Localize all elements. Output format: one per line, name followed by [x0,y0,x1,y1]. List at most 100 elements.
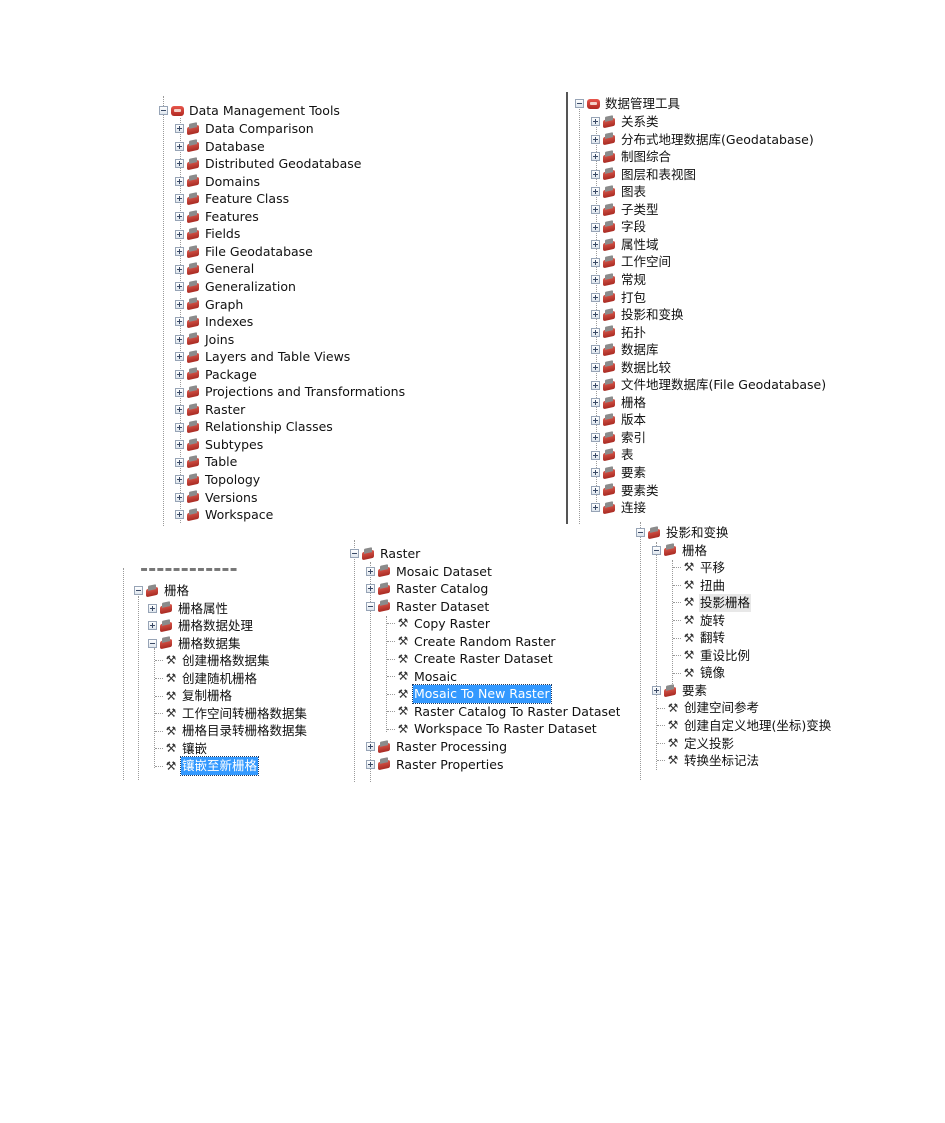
expand-icon[interactable] [175,124,184,134]
toolset-item[interactable]: 字段 [591,218,647,236]
tool-item[interactable]: ⚒ Create Raster Dataset [387,650,554,668]
expand-icon[interactable] [591,415,600,425]
toolset-item[interactable]: Data Comparison [175,120,315,138]
expand-icon[interactable] [591,134,600,144]
toolset-item[interactable]: 文件地理数据库(File Geodatabase) [591,376,827,394]
tool-item[interactable]: ⚒ 旋转 [673,612,726,630]
expand-icon[interactable] [175,334,184,344]
tool-item[interactable]: ⚒ 转换坐标记法 [657,752,760,770]
toolset-item[interactable]: Versions [175,489,258,507]
expand-icon[interactable] [175,369,184,379]
toolset-item[interactable]: Mosaic Dataset [366,563,493,581]
expand-icon[interactable] [591,503,600,513]
expand-icon[interactable] [591,345,600,355]
collapse-icon[interactable] [134,586,143,596]
expand-icon[interactable] [175,247,184,257]
expand-icon[interactable] [366,566,375,576]
tree-node-raster[interactable]: Raster [350,545,421,563]
expand-icon[interactable] [175,176,184,186]
toolset-item[interactable]: 版本 [591,411,647,429]
toolset-item[interactable]: 栅格属性 [148,600,229,618]
toolset-item[interactable]: 数据库 [591,341,660,359]
toolset-item[interactable]: Projections and Transformations [175,383,406,401]
tool-item[interactable]: ⚒ 栅格目录转栅格数据集 [155,722,308,740]
toolset-item[interactable]: Features [175,208,260,226]
tool-item[interactable]: ⚒ 扭曲 [673,577,726,595]
toolset-item[interactable]: 图表 [591,183,647,201]
expand-icon[interactable] [366,742,375,752]
tree-node-raster[interactable]: 栅格 [134,582,190,600]
toolset-item[interactable]: 数据比较 [591,359,672,377]
expand-icon[interactable] [175,422,184,432]
expand-icon[interactable] [591,187,600,197]
toolset-item[interactable]: Table [175,453,238,471]
toolset-item[interactable]: 栅格数据集 [148,635,242,653]
expand-icon[interactable] [175,457,184,467]
collapse-icon[interactable] [159,106,168,116]
toolset-item[interactable]: Raster [175,401,246,419]
toolset-item[interactable]: General [175,260,255,278]
toolset-item[interactable]: 索引 [591,429,647,447]
tool-item[interactable]: ⚒ 创建随机栅格 [155,670,258,688]
toolset-item[interactable]: Subtypes [175,436,264,454]
expand-icon[interactable] [175,317,184,327]
toolset-item[interactable]: Database [175,138,266,156]
toolset-item[interactable]: Generalization [175,278,297,296]
expand-icon[interactable] [591,152,600,162]
toolset-item[interactable]: Raster Properties [366,756,504,774]
toolset-item[interactable]: Topology [175,471,261,489]
toolset-item[interactable]: 拓扑 [591,324,647,342]
expand-icon[interactable] [591,398,600,408]
toolset-item[interactable]: Relationship Classes [175,418,334,436]
expand-icon[interactable] [175,282,184,292]
collapse-icon[interactable] [366,601,375,611]
collapse-icon[interactable] [636,528,645,538]
tool-item[interactable]: ⚒ Create Random Raster [387,633,557,651]
expand-icon[interactable] [591,292,600,302]
toolset-item[interactable]: 投影和变换 [591,306,685,324]
toolset-item[interactable]: 工作空间 [591,253,672,271]
toolset-item[interactable]: 制图综合 [591,148,672,166]
toolset-item[interactable]: 关系类 [591,113,660,131]
tool-item[interactable]: ⚒ 定义投影 [657,735,735,753]
expand-icon[interactable] [175,159,184,169]
toolset-item[interactable]: 属性域 [591,236,660,254]
toolset-item[interactable]: 要素 [591,464,647,482]
tool-item[interactable]: ⚒ 镜像 [673,664,726,682]
toolset-item[interactable]: Layers and Table Views [175,348,351,366]
tool-item[interactable]: ⚒ 复制栅格 [155,687,233,705]
expand-icon[interactable] [591,205,600,215]
toolset-item[interactable]: Distributed Geodatabase [175,155,362,173]
expand-icon[interactable] [591,169,600,179]
expand-icon[interactable] [591,310,600,320]
toolset-item[interactable]: Indexes [175,313,254,331]
expand-icon[interactable] [175,212,184,222]
collapse-icon[interactable] [350,549,359,559]
expand-icon[interactable] [591,240,600,250]
tool-item[interactable]: ⚒ 镶嵌至新栅格 [155,756,260,777]
toolset-item[interactable]: Graph [175,296,244,314]
collapse-icon[interactable] [652,545,661,555]
toolset-item[interactable]: Workspace [175,506,274,524]
tool-item[interactable]: ⚒ Mosaic [387,668,458,686]
expand-icon[interactable] [175,440,184,450]
tree-node-root[interactable]: 数据管理工具 [575,95,681,113]
toolset-item[interactable]: 栅格 [652,542,708,560]
tool-item[interactable]: ⚒ 创建自定义地理(坐标)变换 [657,717,832,735]
expand-icon[interactable] [591,485,600,495]
tool-item[interactable]: ⚒ Workspace To Raster Dataset [387,720,598,738]
tool-item[interactable]: ⚒ 创建栅格数据集 [155,652,271,670]
expand-icon[interactable] [175,264,184,274]
expand-icon[interactable] [175,194,184,204]
tree-node-root[interactable]: Data Management Tools [159,102,341,120]
toolset-item[interactable]: File Geodatabase [175,243,314,261]
toolset-item[interactable]: Package [175,366,258,384]
expand-icon[interactable] [366,759,375,769]
expand-icon[interactable] [175,387,184,397]
toolset-item[interactable]: Raster Catalog [366,580,489,598]
toolset-item[interactable]: 要素 [652,682,708,700]
expand-icon[interactable] [591,468,600,478]
expand-icon[interactable] [591,275,600,285]
tool-item[interactable]: ⚒ Copy Raster [387,615,491,633]
tool-item[interactable]: ⚒ 投影栅格 [673,594,752,612]
